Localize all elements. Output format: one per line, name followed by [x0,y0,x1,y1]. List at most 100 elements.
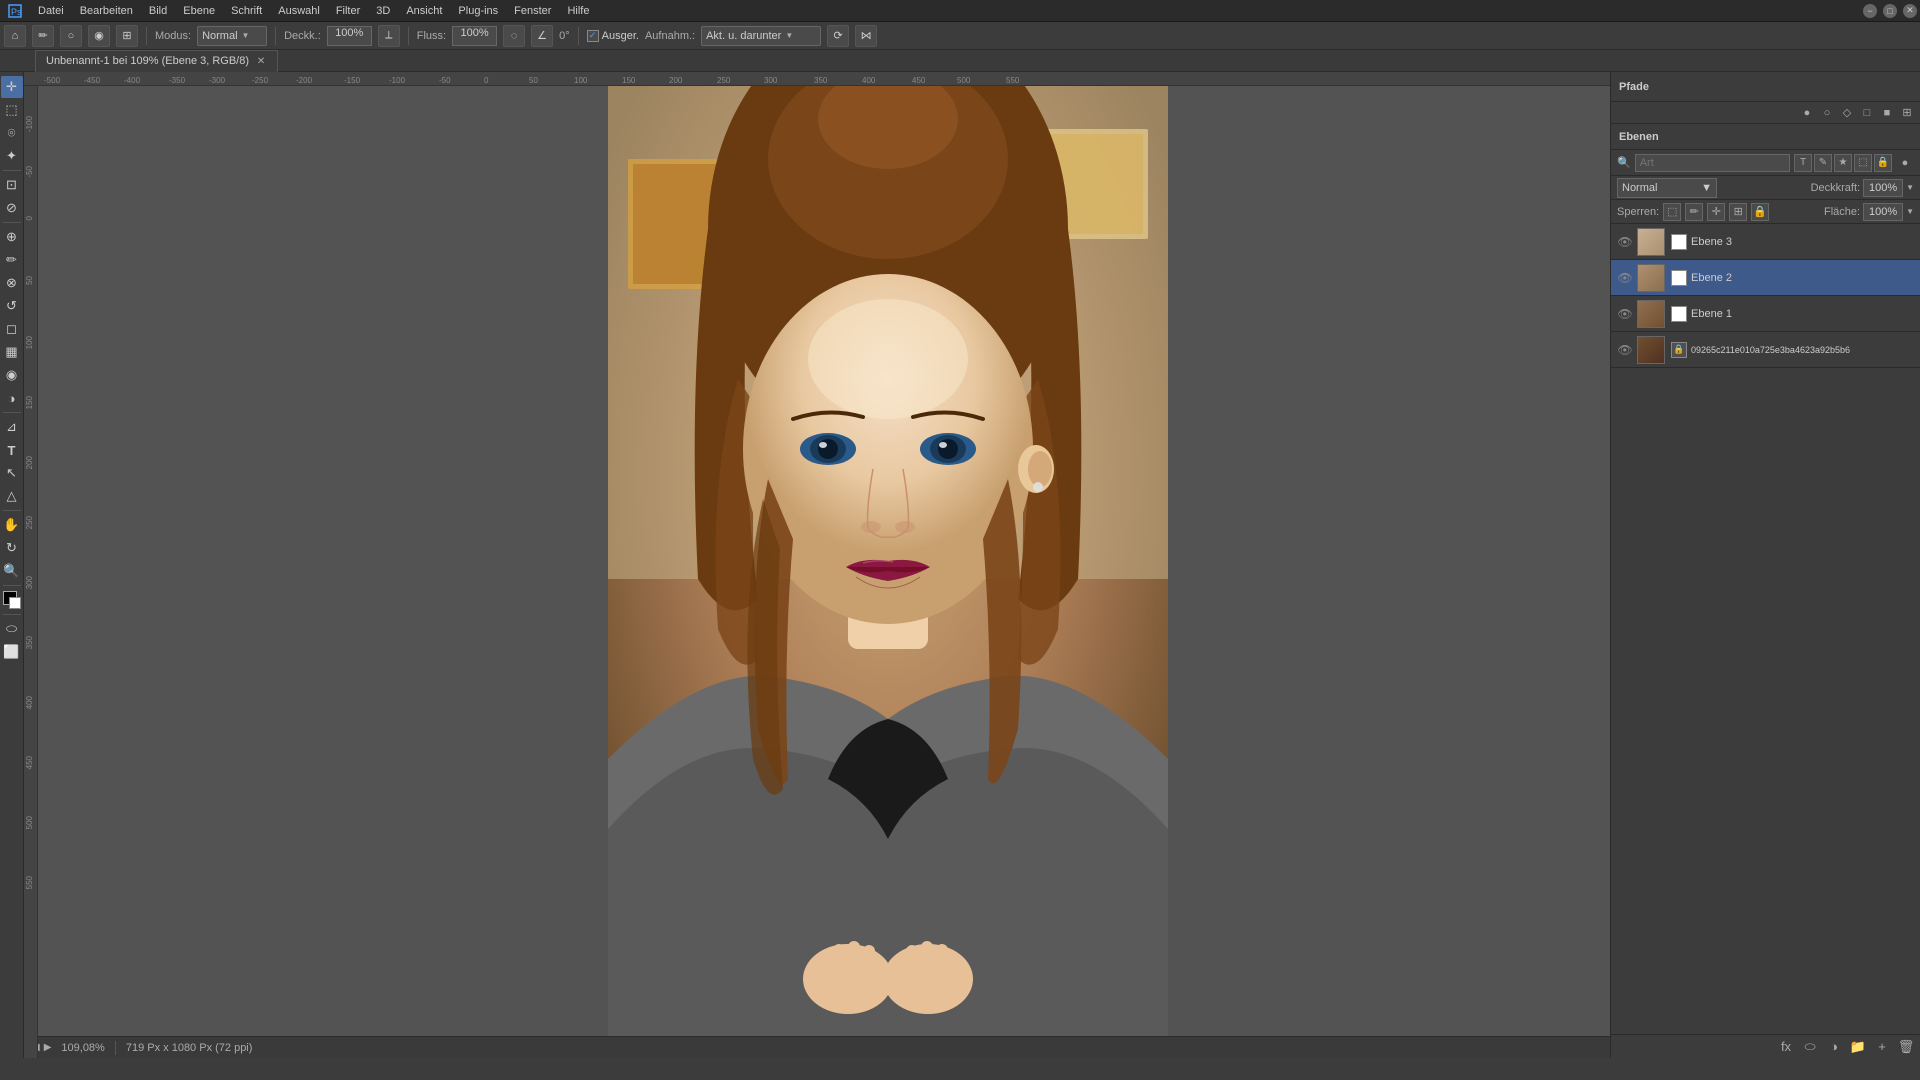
layer-search-input[interactable] [1635,154,1790,172]
crop-tool[interactable]: ⊡ [1,174,23,196]
lock-paint-btn[interactable]: ✏ [1685,203,1703,221]
layer-visibility-toggle[interactable]: 👁 [1617,306,1633,322]
text-tool[interactable]: T [1,439,23,461]
lock-transparent-btn[interactable]: ⬚ [1663,203,1681,221]
angle-display: 0° [559,30,570,42]
airbrush-btn[interactable]: ◌ [503,25,525,47]
maximize-button[interactable]: □ [1883,4,1897,18]
flache-value[interactable]: 100% [1863,203,1903,221]
menu-bearbeiten[interactable]: Bearbeiten [72,0,141,22]
panel-icon-circle-empty[interactable]: ○ [1818,104,1836,122]
filter-locked-btn[interactable]: 🔒 [1874,154,1892,172]
layer-visibility-toggle[interactable]: 👁 [1617,342,1633,358]
angle-btn[interactable]: ∠ [531,25,553,47]
symmetry-btn[interactable]: ⋈ [855,25,877,47]
opacity-value[interactable]: 100% [1863,179,1903,197]
menu-hilfe[interactable]: Hilfe [559,0,597,22]
history-tool[interactable]: ↺ [1,295,23,317]
panel-icon-grid[interactable]: ⊞ [1898,104,1916,122]
blur-tool[interactable]: ◉ [1,364,23,386]
pen-tool[interactable]: ⊿ [1,416,23,438]
fluss-input[interactable]: 100% [452,26,497,46]
lock-artboards-btn[interactable]: ⊞ [1729,203,1747,221]
panel-icon-square-outline[interactable]: □ [1858,104,1876,122]
add-group-button[interactable]: 📁 [1848,1037,1868,1057]
separator-3 [408,27,409,45]
deckk-input[interactable]: 100% [327,26,372,46]
zoom-tool[interactable]: 🔍 [1,560,23,582]
shape-tool[interactable]: △ [1,485,23,507]
brush-preset-button[interactable]: ○ [60,25,82,47]
filter-adjust-btn[interactable]: ✎ [1814,154,1832,172]
layer-visibility-toggle[interactable]: 👁 [1617,234,1633,250]
brush-option1[interactable]: ◉ [88,25,110,47]
layer-item[interactable]: 👁 🔒 09265c211e010a725e3ba4623a92b5b6 [1611,332,1920,368]
menu-fenster[interactable]: Fenster [506,0,559,22]
aufn-label: Aufnahm.: [645,30,695,42]
menu-filter[interactable]: Filter [328,0,368,22]
panel-icon-circle-filled[interactable]: ● [1798,104,1816,122]
gradient-tool[interactable]: ▦ [1,341,23,363]
panel-icon-square-filled[interactable]: ■ [1878,104,1896,122]
ausger-checkbox[interactable]: ✓ [587,30,599,42]
layer-visibility-toggle[interactable]: 👁 [1617,270,1633,286]
minimize-button[interactable]: − [1863,4,1877,18]
path-select-tool[interactable]: ↖ [1,462,23,484]
spot-heal-tool[interactable]: ⊕ [1,226,23,248]
tab-label: Unbenannt-1 bei 109% (Ebene 3, RGB/8) [46,55,249,67]
brush-option2[interactable]: ⊞ [116,25,138,47]
menu-bild[interactable]: Bild [141,0,175,22]
foreground-bg-colors[interactable] [1,589,23,611]
eraser-tool[interactable]: ◻ [1,318,23,340]
close-button[interactable]: ✕ [1903,4,1917,18]
eyedropper-tool[interactable]: ⊘ [1,197,23,219]
filter-type-btn[interactable]: T [1794,154,1812,172]
ausger-group: ✓ Ausger. [587,30,639,42]
panel-icon-diamond[interactable]: ◇ [1838,104,1856,122]
layer-extra-btn[interactable]: ● [1896,154,1914,172]
modus-dropdown[interactable]: Normal ▼ [197,26,267,46]
menu-plugins[interactable]: Plug-ins [450,0,506,22]
add-fx-button[interactable]: fx [1776,1037,1796,1057]
background-color[interactable] [9,597,21,609]
magic-wand-tool[interactable]: ✦ [1,145,23,167]
smooth-btn[interactable]: ⟳ [827,25,849,47]
selection-tool[interactable]: ⬚ [1,99,23,121]
stamp-tool[interactable]: ⊗ [1,272,23,294]
add-adjustment-button[interactable]: ◑ [1824,1037,1844,1057]
hand-tool[interactable]: ✋ [1,514,23,536]
layer-item[interactable]: 👁 Ebene 2 [1611,260,1920,296]
filter-selected-btn[interactable]: ⬚ [1854,154,1872,172]
lasso-tool[interactable]: ⌾ [1,122,23,144]
add-layer-button[interactable]: + [1872,1037,1892,1057]
pressure-btn[interactable]: ⟂ [378,25,400,47]
layer-item[interactable]: 👁 Ebene 1 [1611,296,1920,332]
flache-label: Fläche: [1824,206,1860,218]
menu-schrift[interactable]: Schrift [223,0,270,22]
lock-all-btn[interactable]: 🔒 [1751,203,1769,221]
rotate-view-tool[interactable]: ↻ [1,537,23,559]
active-tab[interactable]: Unbenannt-1 bei 109% (Ebene 3, RGB/8) ✕ [35,50,278,72]
filter-smart-btn[interactable]: ★ [1834,154,1852,172]
menu-auswahl[interactable]: Auswahl [270,0,328,22]
home-button[interactable]: ⌂ [4,25,26,47]
menu-datei[interactable]: Datei [30,0,72,22]
add-mask-button[interactable]: ⬭ [1800,1037,1820,1057]
delete-layer-button[interactable]: 🗑 [1896,1037,1916,1057]
move-tool[interactable]: ✛ [1,76,23,98]
tab-close-button[interactable]: ✕ [255,55,267,67]
status-next-btn[interactable]: ▶ [44,1042,52,1053]
screen-mode-btn[interactable]: ⬜ [1,641,23,663]
aufn-dropdown[interactable]: Akt. u. darunter ▼ [701,26,821,46]
canvas-viewport[interactable]: -100 -50 0 50 100 150 200 250 300 350 40… [24,86,1610,1058]
brush-tool-button[interactable]: ✏ [32,25,54,47]
quick-mask-btn[interactable]: ⬭ [1,618,23,640]
layer-item[interactable]: 👁 Ebene 3 [1611,224,1920,260]
brush-tool[interactable]: ✏ [1,249,23,271]
menu-ansicht[interactable]: Ansicht [398,0,450,22]
lock-position-btn[interactable]: ✛ [1707,203,1725,221]
menu-ebene[interactable]: Ebene [175,0,223,22]
layer-mode-dropdown[interactable]: Normal ▼ [1617,178,1717,198]
menu-3d[interactable]: 3D [368,0,398,22]
dodge-tool[interactable]: ◑ [1,387,23,409]
